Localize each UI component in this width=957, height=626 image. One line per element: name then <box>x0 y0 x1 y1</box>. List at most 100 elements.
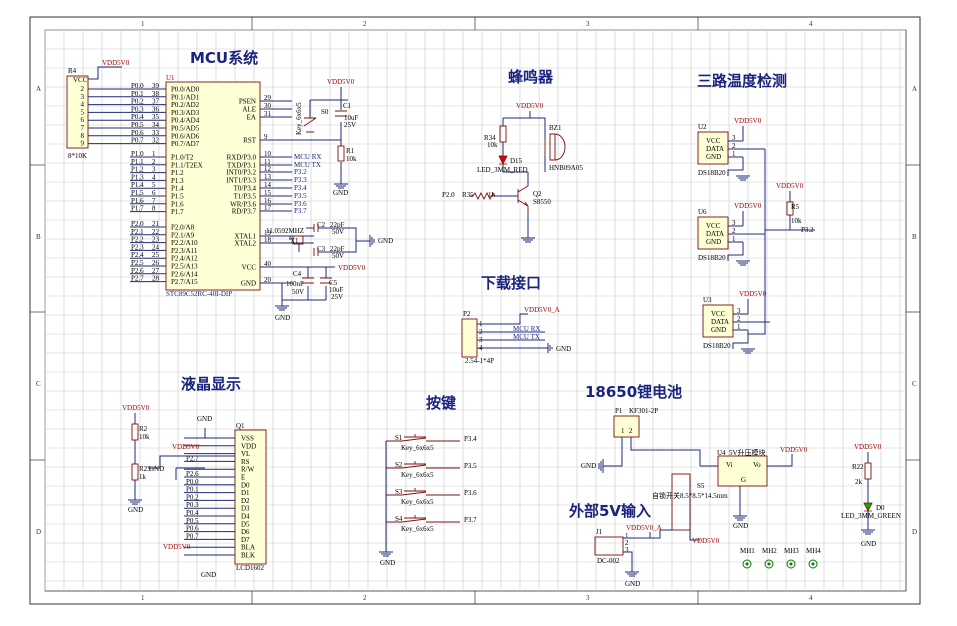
buzzer-net-in: P2.0 <box>442 191 455 199</box>
mcu-pin-net: P3.7 <box>294 207 307 215</box>
mcu-pin-net: P1.4 <box>131 181 144 189</box>
lcd-pin-net: P2.6 <box>186 470 199 478</box>
boost-gnd: GND <box>733 522 748 530</box>
boost-ref: U4 <box>717 449 726 457</box>
rpack-pin-num: 2 <box>81 85 85 93</box>
title-download: 下载接口 <box>481 274 541 292</box>
r35-value: 1k <box>488 191 496 199</box>
mounting-hole-label: MH4 <box>806 547 821 555</box>
sensor-pin-name: VCC <box>711 310 726 318</box>
rpack-pin-num: 4 <box>81 101 85 109</box>
mcu-pin-num: 1 <box>152 150 156 158</box>
mcu-pin-net: MCU RX <box>294 153 321 161</box>
mcu-pin-num: 13 <box>264 173 272 181</box>
r22-value: 2k <box>855 478 863 486</box>
key-net: P3.5 <box>464 462 477 470</box>
lcd-pin-name: D3 <box>241 505 250 513</box>
zone-row-left: C <box>36 380 41 388</box>
lcd-gnd-bottom: GND <box>201 571 216 579</box>
c3-volt: 50V <box>332 252 344 260</box>
title-mcu: MCU系统 <box>190 49 258 67</box>
download-part: 2.54-1*4P <box>465 357 494 365</box>
mounting-hole-label: MH3 <box>784 547 799 555</box>
zone-row-left: A <box>36 85 41 93</box>
r34-value: 10k <box>487 141 498 149</box>
title-ext5v: 外部5V输入 <box>568 502 651 520</box>
mcu-pin-num: 7 <box>152 197 156 205</box>
r5-vdd: VDD5V0 <box>776 182 804 190</box>
lcd-pin-name: VL <box>241 450 250 458</box>
lcd-pin-name: RS <box>241 458 250 466</box>
mcu-pin-net: P1.3 <box>131 173 144 181</box>
mcu-pin-name: INT1/P3.3 <box>226 177 256 185</box>
mcu-pin-num: 30 <box>264 102 272 110</box>
mounting-hole-label: MH1 <box>740 547 755 555</box>
decoupling-vdd: VDD5V0 <box>338 264 366 272</box>
power-led-gnd: GND <box>861 540 876 548</box>
mcu-pin-net: P3.2 <box>294 168 307 176</box>
rpack-pin-num: 7 <box>81 124 85 132</box>
bz-part: HNB09A05 <box>549 164 583 172</box>
mcu-pin-num: 15 <box>264 189 272 197</box>
dc-ref: J1 <box>596 528 603 536</box>
c3-ref: C3 <box>317 245 326 253</box>
mcu-pin-name: P2.7/A15 <box>171 278 198 286</box>
boost-vdd: VDD5V0 <box>780 446 808 454</box>
lcd-gnd-left: GND <box>128 506 143 514</box>
mcu-pin-num: 33 <box>152 129 160 137</box>
mcu-pin-name: GND <box>241 280 256 288</box>
sensor-part: DS18B20 <box>703 342 731 350</box>
lcd-vdd-bottom: VDD5V0 <box>163 543 191 551</box>
led-red-part: LED_3MM_RED <box>477 166 528 174</box>
mcu-pin-num: 23 <box>152 236 160 244</box>
mcu-pin-num: 10 <box>264 150 272 158</box>
r2-value: 10k <box>139 433 150 441</box>
zone-col-top: 3 <box>586 20 590 28</box>
lcd-pin-net: P0.2 <box>186 493 199 501</box>
keys-gnd: GND <box>380 559 395 567</box>
boost-vi: Vi <box>726 461 733 469</box>
zone-row-right: A <box>912 85 917 93</box>
r5-value: 10k <box>791 217 802 225</box>
mcu-pin-name: P2.1/A9 <box>171 231 195 239</box>
mcu-pin-num: 4 <box>152 173 156 181</box>
lcd-pin-net: P0.3 <box>186 501 199 509</box>
mcu-part: STC89C52RC-40I-DIP <box>166 290 232 298</box>
lcd-gnd-top: GND <box>197 415 212 423</box>
selfswitch-part: 自锁开关8.5*8.5*14.5mm <box>652 491 728 500</box>
r22-ref: R22 <box>852 463 864 471</box>
rpack-ref: R4 <box>68 67 77 75</box>
buzzer-vdd: VDD5V0 <box>516 102 544 110</box>
mcu-pin-name: EA <box>247 114 256 122</box>
mcu-pin-net: P1.2 <box>131 166 144 174</box>
c5-volt: 25V <box>331 293 343 301</box>
mcu-pin-num: 35 <box>152 113 160 121</box>
mcu-pin-num: 26 <box>152 259 160 267</box>
mcu-pin-name: T0/P3.4 <box>234 185 257 193</box>
lcd-pin-net: P0.0 <box>186 478 199 486</box>
zone-row-right: B <box>912 233 917 241</box>
crystal-gnd: GND <box>378 237 393 245</box>
boost-g: G <box>741 476 746 484</box>
lcd-pin-name: BLA <box>241 544 255 552</box>
crystal-freq: 11.0592MHZ <box>266 227 304 235</box>
mcu-pin-net: P3.4 <box>294 184 307 192</box>
mcu-pin-num: 27 <box>152 267 160 275</box>
sensor-ref: U3 <box>703 296 712 304</box>
battery-part: KF301-2P <box>629 407 658 415</box>
title-temp: 三路温度检测 <box>697 72 787 90</box>
c2-ref: C2 <box>317 221 326 229</box>
key-part: Key_6x6x5 <box>401 444 434 452</box>
lcd-pin-name: BLK <box>241 552 255 560</box>
mcu-pin-name: T1/P3.5 <box>234 193 257 201</box>
rpack-pin-num: 6 <box>81 116 85 124</box>
lcd-pin-net: P0.5 <box>186 517 199 525</box>
rpack-pin-num: 3 <box>81 93 85 101</box>
lcd-vdd-mid: VDD5V0 <box>172 443 200 451</box>
mcu-pin-num: 12 <box>264 165 272 173</box>
mcu-pin-num: 38 <box>152 90 160 98</box>
key-part: Key_6x6x5 <box>401 525 434 533</box>
r5-ref: R5 <box>791 203 800 211</box>
mcu-pin-net: P0.2 <box>131 98 144 106</box>
rpack-vcc: VCC <box>73 76 88 84</box>
